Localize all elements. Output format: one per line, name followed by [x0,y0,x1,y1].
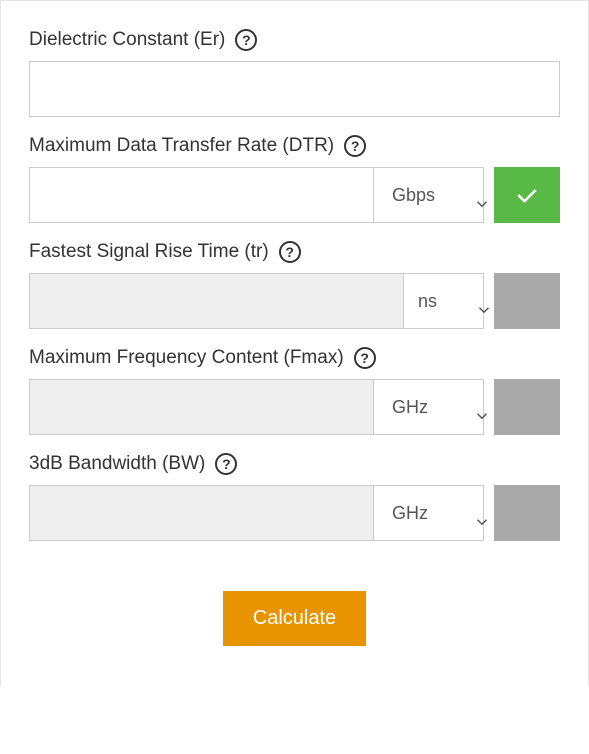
field-group-er: Dielectric Constant (Er) ? [29,29,560,117]
dtr-unit-select[interactable]: Gbps [374,167,484,223]
control-row: ns [29,273,560,329]
check-icon [512,180,542,210]
select-fmax-button[interactable] [494,379,560,435]
help-icon[interactable]: ? [215,453,237,475]
control-row: Gbps [29,167,560,223]
field-group-dtr: Maximum Data Transfer Rate (DTR) ? Gbps [29,135,560,223]
help-icon[interactable]: ? [279,241,301,263]
select-tr-button[interactable] [494,273,560,329]
tr-input [29,273,404,329]
field-label-dtr: Maximum Data Transfer Rate (DTR) [29,135,334,157]
tr-unit-select[interactable]: ns [404,273,484,329]
dtr-input[interactable] [29,167,374,223]
field-label-bw: 3dB Bandwidth (BW) [29,453,205,475]
calculator-panel: Dielectric Constant (Er) ? Maximum Data … [0,0,589,686]
control-row [29,61,560,117]
calculate-button[interactable]: Calculate [223,591,366,646]
select-dtr-button[interactable] [494,167,560,223]
field-label-fmax: Maximum Frequency Content (Fmax) [29,347,344,369]
bw-input [29,485,374,541]
field-group-fmax: Maximum Frequency Content (Fmax) ? GHz [29,347,560,435]
select-bw-button[interactable] [494,485,560,541]
control-row: GHz [29,379,560,435]
unit-label: GHz [392,503,428,524]
help-icon[interactable]: ? [235,29,257,51]
field-label-er: Dielectric Constant (Er) [29,29,225,51]
unit-label: Gbps [392,185,435,206]
bw-unit-select[interactable]: GHz [374,485,484,541]
field-group-tr: Fastest Signal Rise Time (tr) ? ns [29,241,560,329]
fmax-input [29,379,374,435]
label-row: 3dB Bandwidth (BW) ? [29,453,560,475]
field-label-tr: Fastest Signal Rise Time (tr) [29,241,269,263]
help-icon[interactable]: ? [354,347,376,369]
label-row: Maximum Frequency Content (Fmax) ? [29,347,560,369]
calculate-row: Calculate [29,591,560,646]
label-row: Maximum Data Transfer Rate (DTR) ? [29,135,560,157]
field-group-bw: 3dB Bandwidth (BW) ? GHz [29,453,560,541]
er-input[interactable] [29,61,560,117]
label-row: Fastest Signal Rise Time (tr) ? [29,241,560,263]
unit-label: GHz [392,397,428,418]
unit-label: ns [418,291,437,312]
fmax-unit-select[interactable]: GHz [374,379,484,435]
label-row: Dielectric Constant (Er) ? [29,29,560,51]
control-row: GHz [29,485,560,541]
help-icon[interactable]: ? [344,135,366,157]
